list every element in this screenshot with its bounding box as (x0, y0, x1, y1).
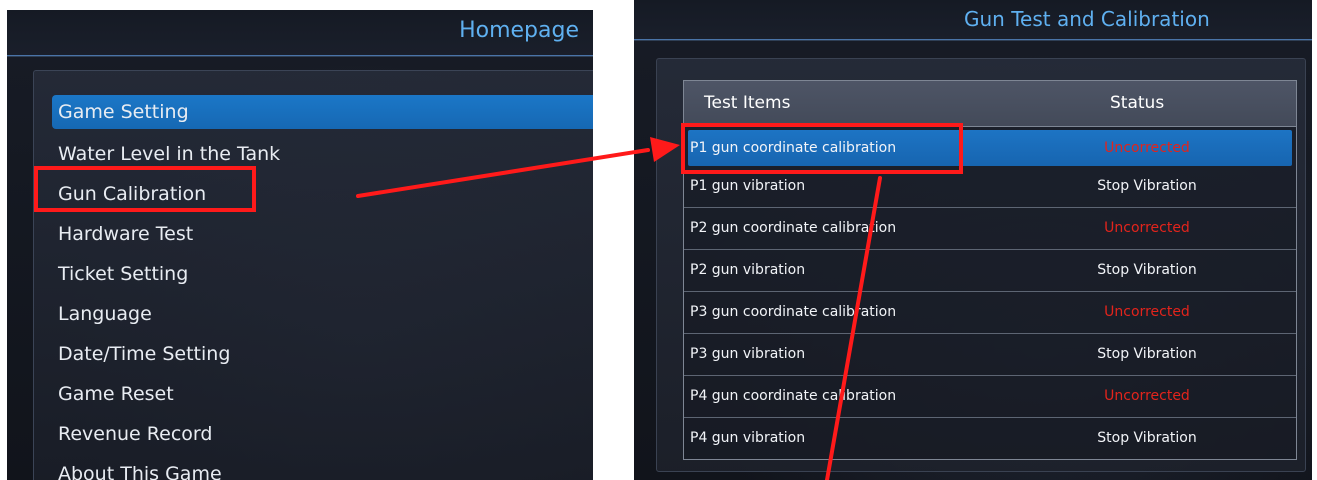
test-item-label: P4 gun coordinate calibration (690, 388, 897, 404)
menu-item-game-setting[interactable]: Game Setting (52, 95, 593, 129)
gun-calibration-highlight (34, 166, 256, 212)
status-value: Stop Vibration (1097, 262, 1197, 278)
homepage-title: Homepage (459, 18, 579, 43)
calibration-title-bar: Gun Test and Calibration (634, 0, 1312, 40)
table-row[interactable]: P2 gun coordinate calibration Uncorrecte… (684, 208, 1296, 250)
menu-item-revenue-record[interactable]: Revenue Record (52, 415, 593, 453)
menu-item-hardware-test[interactable]: Hardware Test (52, 215, 593, 253)
status-value: Stop Vibration (1097, 178, 1197, 194)
p1-calibration-highlight (681, 123, 963, 174)
table-row[interactable]: P4 gun vibration Stop Vibration (684, 418, 1296, 459)
status-value: Stop Vibration (1097, 430, 1197, 446)
homepage-title-bar: Homepage (7, 10, 593, 56)
status-value: Uncorrected (1104, 220, 1190, 236)
menu-item-date-time-setting[interactable]: Date/Time Setting (52, 335, 593, 373)
status-value: Stop Vibration (1097, 346, 1197, 362)
table-row[interactable]: P3 gun vibration Stop Vibration (684, 334, 1296, 376)
test-item-label: P2 gun coordinate calibration (690, 220, 897, 236)
table-row[interactable]: P3 gun coordinate calibration Uncorrecte… (684, 292, 1296, 334)
status-value: Uncorrected (1104, 140, 1190, 156)
calibration-title: Gun Test and Calibration (964, 7, 1210, 31)
test-item-label: P4 gun vibration (690, 430, 806, 446)
table-row[interactable]: P2 gun vibration Stop Vibration (684, 250, 1296, 292)
status-value: Uncorrected (1104, 304, 1190, 320)
calibration-panel: Test Items Status P1 gun coordinate cali… (656, 58, 1306, 472)
table-header: Test Items Status (684, 81, 1296, 127)
homepage-screen: Homepage Game Setting Water Level in the… (7, 10, 593, 480)
menu-item-about-this-game[interactable]: About This Game (52, 455, 593, 480)
status-value: Uncorrected (1104, 388, 1190, 404)
test-item-label: P3 gun coordinate calibration (690, 304, 897, 320)
table-row[interactable]: P4 gun coordinate calibration Uncorrecte… (684, 376, 1296, 418)
homepage-menu: Game Setting Water Level in the Tank Gun… (52, 95, 593, 480)
gun-test-calibration-screen: Gun Test and Calibration Test Items Stat… (634, 0, 1312, 480)
column-header-status: Status (1110, 93, 1165, 113)
menu-item-game-reset[interactable]: Game Reset (52, 375, 593, 413)
test-item-label: P3 gun vibration (690, 346, 806, 362)
column-header-test-items: Test Items (704, 93, 791, 113)
test-item-label: P1 gun vibration (690, 178, 806, 194)
menu-item-ticket-setting[interactable]: Ticket Setting (52, 255, 593, 293)
menu-item-language[interactable]: Language (52, 295, 593, 333)
test-item-label: P2 gun vibration (690, 262, 806, 278)
homepage-menu-panel: Game Setting Water Level in the Tank Gun… (33, 70, 593, 480)
